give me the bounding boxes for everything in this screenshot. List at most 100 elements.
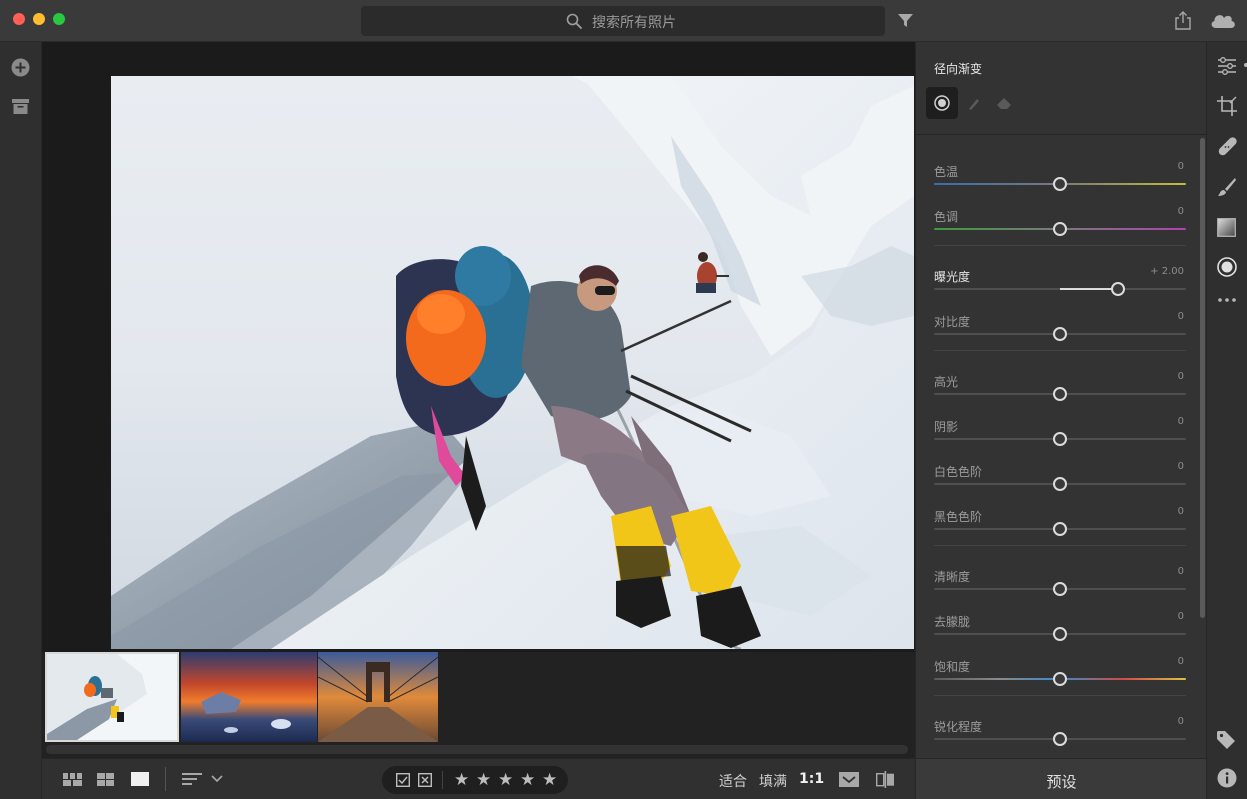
filmstrip-thumb[interactable]	[181, 652, 317, 742]
flag-pick-icon[interactable]	[396, 773, 410, 787]
slider-label: 锐化程度	[934, 720, 983, 734]
linear-gradient-icon[interactable]	[1217, 218, 1236, 237]
slider-value[interactable]: 0	[1178, 506, 1184, 517]
radial-gradient-icon[interactable]	[1217, 257, 1237, 277]
slider-label: 阴影	[934, 420, 959, 434]
healing-icon[interactable]	[1217, 137, 1237, 157]
search-placeholder: 搜索所有照片	[592, 15, 676, 31]
slider-label: 饱和度	[934, 660, 971, 674]
sort-icon[interactable]	[182, 772, 224, 786]
presets-bar[interactable]: 预设	[916, 758, 1207, 799]
rating-star-1[interactable]: ★	[454, 770, 469, 790]
slider-group-divider	[934, 545, 1186, 546]
more-icon[interactable]	[1217, 297, 1237, 303]
radial-tool-button[interactable]	[926, 87, 958, 119]
slider-handle[interactable]	[1053, 387, 1067, 401]
title-bar: 搜索所有照片	[0, 0, 1247, 42]
zoom-fit-button[interactable]: 适合	[719, 771, 747, 791]
slider-handle[interactable]	[1053, 732, 1067, 746]
close-window-button[interactable]	[13, 13, 25, 25]
slider-handle[interactable]	[1053, 222, 1067, 236]
crop-icon[interactable]	[1217, 96, 1237, 116]
main-photo[interactable]	[111, 76, 914, 649]
slider-value[interactable]: 0	[1178, 611, 1184, 622]
eraser-icon[interactable]	[996, 96, 1014, 110]
zoom-1to1-button[interactable]: 1:1	[799, 771, 824, 787]
rating-star-5[interactable]: ★	[542, 770, 557, 790]
photo-canvas	[42, 42, 915, 758]
filter-icon[interactable]	[898, 14, 913, 28]
rating-star-4[interactable]: ★	[520, 770, 535, 790]
share-icon[interactable]	[1175, 11, 1191, 30]
slider-label: 清晰度	[934, 570, 971, 584]
cloud-icon[interactable]	[1210, 12, 1236, 29]
slider-handle[interactable]	[1053, 327, 1067, 341]
slider-label: 黑色色阶	[934, 510, 983, 524]
slider-value[interactable]: 0	[1178, 311, 1184, 322]
search-icon	[566, 13, 582, 29]
rating-star-2[interactable]: ★	[476, 770, 491, 790]
panel-divider	[916, 134, 1207, 135]
detail-view-icon[interactable]	[131, 772, 149, 786]
rating-flag-control: ★ ★ ★ ★ ★	[382, 766, 568, 794]
before-after-icon[interactable]	[839, 772, 859, 787]
archive-icon[interactable]	[12, 99, 29, 114]
filmstrip-thumb[interactable]	[318, 652, 438, 742]
minimize-window-button[interactable]	[33, 13, 45, 25]
slider-label: 白色色阶	[934, 465, 983, 479]
slider-value[interactable]: 0	[1178, 206, 1184, 217]
slider-label: 曝光度	[934, 270, 971, 284]
slider-handle[interactable]	[1053, 477, 1067, 491]
slider-value[interactable]: 0	[1178, 371, 1184, 382]
bottom-toolbar: ★ ★ ★ ★ ★ 适合 填满 1:1	[42, 758, 915, 799]
slider-value[interactable]: 0	[1178, 656, 1184, 667]
panel-scrollbar[interactable]	[1200, 138, 1205, 618]
zoom-window-button[interactable]	[53, 13, 65, 25]
filmstrip	[42, 652, 915, 758]
slider-value[interactable]: 0	[1178, 416, 1184, 427]
left-sidebar	[0, 42, 42, 799]
radial-tool-icon	[934, 95, 950, 111]
right-toolstrip	[1206, 42, 1247, 799]
slider-handle[interactable]	[1053, 627, 1067, 641]
slider-label: 高光	[934, 375, 959, 389]
edit-sliders-icon[interactable]	[1217, 57, 1237, 75]
tag-icon[interactable]	[1217, 731, 1236, 749]
slider-value[interactable]: 0	[1178, 461, 1184, 472]
filmstrip-scrollbar[interactable]	[46, 745, 908, 754]
presets-button[interactable]: 预设	[916, 771, 1207, 792]
rating-star-3[interactable]: ★	[498, 770, 513, 790]
brush-add-icon[interactable]	[967, 96, 982, 111]
slider-value[interactable]: 0	[1178, 566, 1184, 577]
slider-handle[interactable]	[1110, 282, 1125, 296]
slider-value[interactable]: 0	[1178, 716, 1184, 727]
add-icon[interactable]	[11, 58, 30, 77]
edit-panel: 径向渐变 色温 0 色调 0 曝光度 + 2.00 对比度 0 高光 0 阴影 0 白色色阶 0 黑色色阶 0…	[915, 42, 1207, 799]
slider-handle[interactable]	[1053, 672, 1067, 686]
slider-value[interactable]: 0	[1178, 161, 1184, 172]
slider-handle[interactable]	[1053, 177, 1067, 191]
slider-track[interactable]	[934, 288, 1186, 290]
search-bar[interactable]: 搜索所有照片	[361, 6, 885, 36]
slider-handle[interactable]	[1053, 522, 1067, 536]
flag-reject-icon[interactable]	[418, 773, 432, 787]
slider-handle[interactable]	[1053, 432, 1067, 446]
slider-label: 去朦胧	[934, 615, 971, 629]
slider-label: 色温	[934, 165, 959, 179]
compare-view-icon[interactable]	[876, 771, 895, 788]
square-grid-icon[interactable]	[97, 773, 114, 786]
slider-label: 对比度	[934, 315, 971, 329]
slider-value[interactable]: + 2.00	[1150, 266, 1184, 277]
grid-view-icon[interactable]	[63, 773, 82, 786]
panel-title: 径向渐变	[934, 62, 983, 76]
info-icon[interactable]	[1217, 768, 1237, 788]
zoom-fill-button[interactable]: 填满	[759, 771, 787, 791]
filmstrip-thumb[interactable]	[45, 652, 179, 742]
slider-group-divider	[934, 245, 1186, 246]
slider-group-divider	[934, 695, 1186, 696]
toolbar-divider	[165, 767, 166, 791]
slider-label: 色调	[934, 210, 959, 224]
brush-icon[interactable]	[1217, 177, 1237, 197]
pill-divider	[442, 771, 443, 789]
slider-handle[interactable]	[1053, 582, 1067, 596]
